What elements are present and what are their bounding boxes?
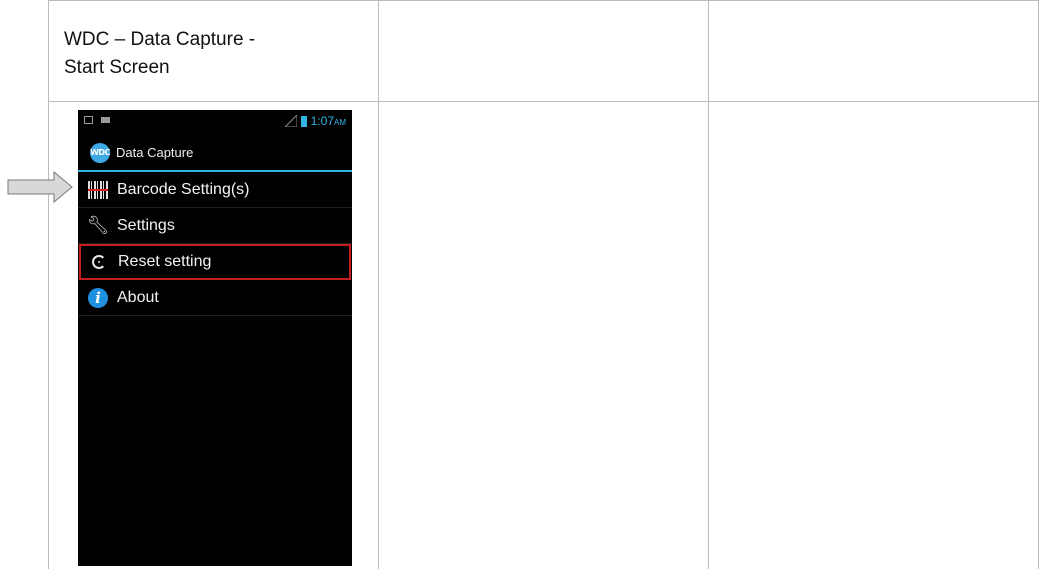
menu-item-label: Barcode Setting(s) xyxy=(117,180,250,198)
table-border-top xyxy=(48,0,1039,1)
menu-item-settings[interactable]: 🔧︎ Settings xyxy=(78,208,352,244)
menu-item-reset-setting[interactable]: Reset setting xyxy=(79,244,351,280)
status-bar: 1:07AM xyxy=(78,110,352,132)
app-logo-icon[interactable]: WDC xyxy=(90,143,110,163)
table-border-left xyxy=(48,0,49,569)
table-row-divider xyxy=(48,101,1039,102)
usb-notification-icon xyxy=(101,117,110,123)
signal-icon xyxy=(284,115,297,127)
phone-screen: 1:07AM WDC Data Capture Barcode Setting(… xyxy=(78,110,352,566)
menu-item-about[interactable]: i About xyxy=(78,280,352,316)
status-clock: 1:07AM xyxy=(310,114,346,128)
info-icon: i xyxy=(88,287,108,308)
barcode-icon xyxy=(88,180,108,199)
reset-icon xyxy=(92,254,106,269)
menu-item-label: Settings xyxy=(117,216,175,234)
table-border-right xyxy=(1038,0,1039,569)
table-header-cell: WDC – Data Capture - Start Screen xyxy=(64,29,256,78)
image-notification-icon xyxy=(84,116,93,124)
table-border-col2 xyxy=(378,0,379,569)
battery-icon xyxy=(300,115,307,127)
app-title: Data Capture xyxy=(116,145,194,160)
pointer-arrow-icon xyxy=(7,170,73,204)
menu-item-label: Reset setting xyxy=(118,252,212,270)
settings-menu: Barcode Setting(s) 🔧︎ Settings Reset set… xyxy=(78,172,352,316)
menu-item-label: About xyxy=(117,288,159,306)
table-border-col3 xyxy=(708,0,709,569)
wrench-icon: 🔧︎ xyxy=(86,215,110,235)
menu-item-barcode-settings[interactable]: Barcode Setting(s) xyxy=(78,172,352,208)
action-bar: WDC Data Capture xyxy=(78,138,352,172)
